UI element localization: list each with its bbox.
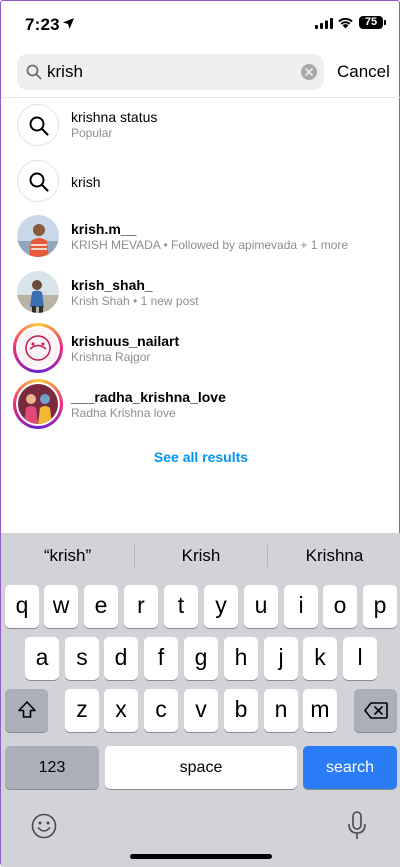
- avatar: [18, 328, 58, 368]
- key-j[interactable]: j: [264, 637, 298, 680]
- result-username: krish.m__: [71, 221, 137, 237]
- search-result-keyword[interactable]: krishna status Popular: [1, 97, 400, 153]
- key-k[interactable]: k: [303, 637, 337, 680]
- key-n[interactable]: n: [264, 689, 298, 732]
- result-title: krishna status: [71, 109, 158, 125]
- key-m[interactable]: m: [303, 689, 337, 732]
- search-result-account[interactable]: krish_shah_ Krish Shah • 1 new post: [1, 265, 400, 321]
- result-username: krish_shah_: [71, 277, 153, 293]
- key-t[interactable]: t: [164, 585, 198, 628]
- battery-indicator: 75: [359, 16, 383, 29]
- keyboard: “krish” Krish Krishna q w e r t y u i o …: [1, 533, 400, 867]
- avatar: [17, 271, 59, 313]
- space-key[interactable]: space: [105, 746, 297, 789]
- key-q[interactable]: q: [5, 585, 39, 628]
- search-key[interactable]: search: [303, 746, 397, 789]
- key-p[interactable]: p: [363, 585, 397, 628]
- result-username: ___radha_krishna_love: [71, 389, 226, 405]
- shift-icon: [18, 701, 36, 718]
- status-bar: 7:23 75: [1, 1, 400, 47]
- story-ring: [13, 323, 63, 373]
- key-l[interactable]: l: [343, 637, 377, 680]
- key-d[interactable]: d: [104, 637, 138, 680]
- search-bar[interactable]: [17, 54, 324, 90]
- result-subtitle: Radha Krishna love: [71, 406, 176, 420]
- key-r[interactable]: r: [124, 585, 158, 628]
- search-result-keyword[interactable]: krish: [1, 153, 400, 209]
- avatar: [18, 384, 58, 424]
- location-arrow-icon: [63, 18, 74, 29]
- key-s[interactable]: s: [65, 637, 99, 680]
- status-time: 7:23: [25, 15, 60, 34]
- result-title: krish: [71, 174, 101, 190]
- result-subtitle: KRISH MEVADA • Followed by apimevada + 1…: [71, 238, 349, 252]
- key-v[interactable]: v: [184, 689, 218, 732]
- microphone-icon[interactable]: [347, 811, 367, 841]
- search-icon: [17, 160, 59, 202]
- cellular-signal-icon: [315, 18, 333, 29]
- suggestion-3[interactable]: Krishna: [268, 533, 400, 579]
- search-icon: [26, 64, 42, 80]
- search-result-account[interactable]: krish.m__ KRISH MEVADA • Followed by api…: [1, 209, 400, 265]
- key-o[interactable]: o: [323, 585, 357, 628]
- clear-search-icon[interactable]: [301, 64, 317, 80]
- story-ring: [13, 379, 63, 429]
- backspace-key[interactable]: [354, 689, 397, 732]
- search-input[interactable]: [47, 54, 287, 90]
- backspace-icon: [364, 702, 388, 719]
- key-u[interactable]: u: [244, 585, 278, 628]
- key-g[interactable]: g: [184, 637, 218, 680]
- key-x[interactable]: x: [104, 689, 138, 732]
- avatar: [17, 215, 59, 257]
- key-e[interactable]: e: [84, 585, 118, 628]
- shift-key[interactable]: [5, 689, 48, 732]
- search-icon: [17, 104, 59, 146]
- key-c[interactable]: c: [144, 689, 178, 732]
- see-all-results-link[interactable]: See all results: [1, 449, 400, 465]
- key-i[interactable]: i: [284, 585, 318, 628]
- suggestion-1[interactable]: “krish”: [1, 533, 134, 579]
- key-y[interactable]: y: [204, 585, 238, 628]
- battery-tip: [384, 20, 386, 25]
- emoji-icon[interactable]: [31, 813, 57, 839]
- result-subtitle: Popular: [71, 126, 113, 140]
- key-a[interactable]: a: [25, 637, 59, 680]
- search-result-account[interactable]: krishuus_nailart Krishna Rajgor: [1, 321, 400, 377]
- result-subtitle: Krishna Rajgor: [71, 350, 151, 364]
- home-indicator: [130, 854, 272, 859]
- wifi-icon: [338, 17, 353, 29]
- numbers-key[interactable]: 123: [5, 746, 99, 789]
- key-z[interactable]: z: [65, 689, 99, 732]
- cancel-button[interactable]: Cancel: [337, 62, 390, 82]
- result-subtitle: Krish Shah • 1 new post: [71, 294, 199, 308]
- result-username: krishuus_nailart: [71, 333, 180, 349]
- key-b[interactable]: b: [224, 689, 258, 732]
- key-f[interactable]: f: [144, 637, 178, 680]
- suggestion-2[interactable]: Krish: [135, 533, 267, 579]
- key-h[interactable]: h: [224, 637, 258, 680]
- search-result-account[interactable]: ___radha_krishna_love Radha Krishna love: [1, 377, 400, 433]
- key-w[interactable]: w: [44, 585, 78, 628]
